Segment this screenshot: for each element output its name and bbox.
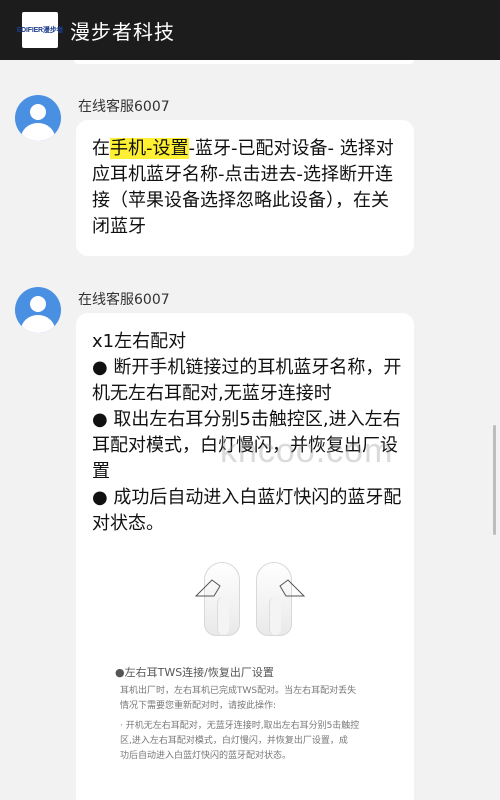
message-line: 对状态。 (92, 513, 164, 534)
image-caption-line: · 开机无左右耳配对，无蓝牙连接时,取出左右耳分别5击触控 (120, 721, 360, 731)
chat-title: 漫步者科技 (70, 19, 175, 44)
sender-name: 在线客服6007 (78, 99, 170, 115)
scrollbar[interactable] (493, 425, 496, 535)
previous-message-bubble (74, 60, 414, 64)
logo-text: EDIFIER漫步者 (16, 27, 64, 34)
image-caption-line: 耳机出厂时，左右耳机已完成TWS配对。当左右耳配对丢失 (120, 686, 357, 696)
watermark-text: khcoo.com (220, 432, 394, 470)
message-line: 机无左右耳配对,无蓝牙连接时 (92, 383, 332, 404)
image-caption-line: 情况下需要您重新配对时，请按此操作: (120, 701, 277, 711)
message-line: x1左右配对 (92, 331, 187, 352)
edifier-logo: EDIFIER漫步者 (17, 12, 64, 48)
image-caption-line: 区,进入左右耳配对模式，白灯慢闪，并恢复出厂设置，成 (120, 736, 348, 746)
message-line: 闭蓝牙 (92, 216, 146, 237)
app-header: EDIFIER漫步者 漫步者科技 (0, 0, 500, 60)
message-line: ● 成功后自动进入白蓝灯快闪的蓝牙配 (92, 487, 402, 508)
message-line: 接（苹果设备选择忽略此设备），在关 (92, 190, 389, 211)
image-caption-line: 功后自动进入白蓝灯快闪的蓝牙配对状态。 (120, 751, 292, 761)
message-line: 应耳机蓝牙名称-点击进去-选择断开连 (92, 164, 393, 185)
message-line: ● 取出左右耳分别5击触控区,进入左右 (92, 409, 401, 430)
hand-gesture-icon (194, 579, 306, 597)
highlighted-text: 手机-设置 (110, 138, 189, 159)
message-bubble[interactable]: 在手机-设置-蓝牙-已配对设备- 选择对 应耳机蓝牙名称-点击进去-选择断开连 … (76, 120, 414, 256)
agent-avatar[interactable] (15, 95, 61, 141)
agent-avatar[interactable] (15, 287, 61, 333)
message-text: 在手机-设置-蓝牙-已配对设备- 选择对 应耳机蓝牙名称-点击进去-选择断开连 … (92, 136, 394, 240)
message-line: 在手机-设置-蓝牙-已配对设备- 选择对 (92, 138, 394, 159)
sender-name: 在线客服6007 (78, 292, 170, 308)
message-line: ● 断开手机链接过的耳机蓝牙名称，开 (92, 357, 402, 378)
image-caption-title: ●左右耳TWS连接/恢复出厂设置 (115, 666, 274, 679)
earbuds-image[interactable] (190, 560, 310, 640)
